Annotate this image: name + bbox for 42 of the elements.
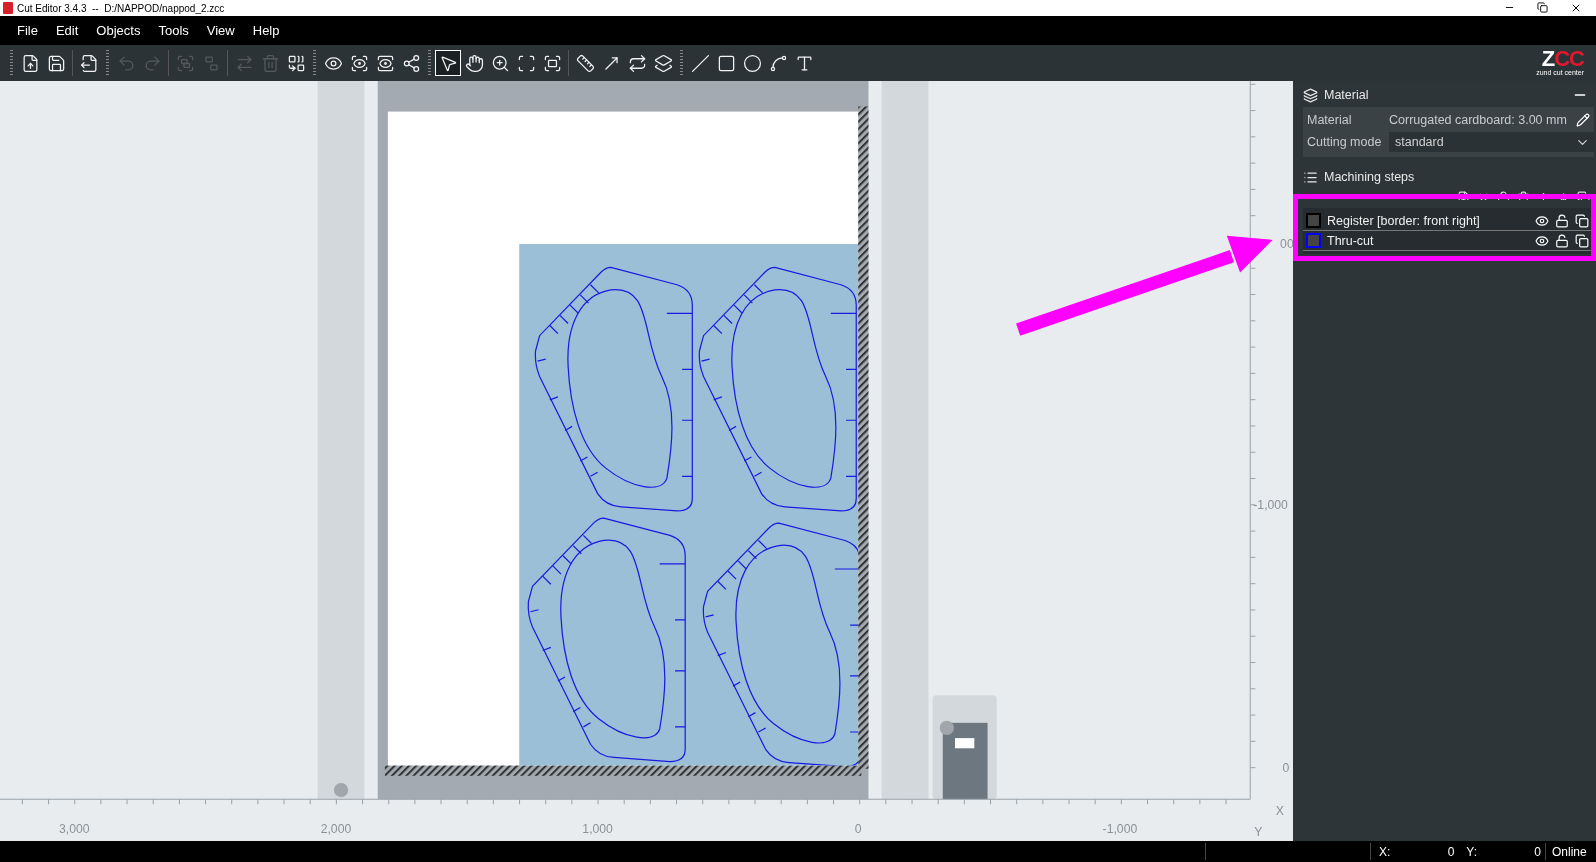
ruler-label: 1,000 bbox=[582, 821, 613, 836]
ruler-label: 2,000 bbox=[320, 821, 352, 836]
connection-status: Online bbox=[1552, 844, 1587, 859]
app-icon bbox=[3, 2, 13, 14]
menu-item[interactable]: File bbox=[8, 20, 47, 41]
axis-label: Y bbox=[1254, 824, 1263, 839]
list-icon bbox=[1303, 169, 1318, 185]
step-name: Register [border: front right] bbox=[1327, 213, 1481, 228]
ruler-label: -1,000 bbox=[1253, 497, 1288, 512]
layers-icon bbox=[1303, 87, 1318, 103]
ruler-label: -1,000 bbox=[1102, 821, 1138, 836]
menu-item[interactable]: Help bbox=[243, 20, 289, 41]
field-label: Material bbox=[1307, 113, 1353, 127]
menu-item[interactable]: Edit bbox=[46, 20, 88, 41]
pointer-icon[interactable] bbox=[435, 50, 461, 76]
panel-title: Material bbox=[1324, 88, 1369, 102]
y-value: 0 bbox=[1533, 844, 1542, 859]
menu-item[interactable]: Objects bbox=[87, 20, 150, 41]
machining-step[interactable]: Register [border: front right] bbox=[1303, 211, 1592, 231]
y-label: Y: bbox=[1466, 844, 1478, 859]
ruler-label: 00 bbox=[1280, 237, 1293, 252]
field-label: Cutting mode bbox=[1307, 135, 1383, 149]
menu-item[interactable]: Tools bbox=[149, 20, 198, 41]
cutting-mode-dropdown[interactable]: standard bbox=[1389, 132, 1594, 152]
ruler-label: 0 bbox=[1282, 760, 1290, 775]
ruler-label: 3,000 bbox=[59, 821, 90, 836]
x-value: 0 bbox=[1446, 844, 1455, 859]
pencil-icon[interactable] bbox=[1576, 113, 1590, 127]
panel-title: Machining steps bbox=[1324, 170, 1415, 184]
unlock-icon[interactable] bbox=[1555, 233, 1569, 248]
unlock-icon[interactable] bbox=[1555, 213, 1569, 228]
machining-step[interactable]: Thru-cut bbox=[1303, 231, 1592, 251]
restore-icon[interactable] bbox=[1537, 2, 1548, 13]
close-icon[interactable] bbox=[1570, 2, 1582, 14]
window-title: Cut Editor 3.4.3 -- D:/NAPPOD/nappod_2.zcc bbox=[17, 2, 225, 14]
rail-knob bbox=[333, 782, 349, 798]
material-value: Corrugated cardboard: 3.00 mm bbox=[1389, 113, 1567, 127]
axis-label: X bbox=[1275, 803, 1284, 818]
x-label: X: bbox=[1379, 844, 1391, 859]
menu-item[interactable]: View bbox=[197, 20, 244, 41]
step-name: Thru-cut bbox=[1327, 233, 1375, 248]
ruler-label: 0 bbox=[854, 821, 862, 836]
